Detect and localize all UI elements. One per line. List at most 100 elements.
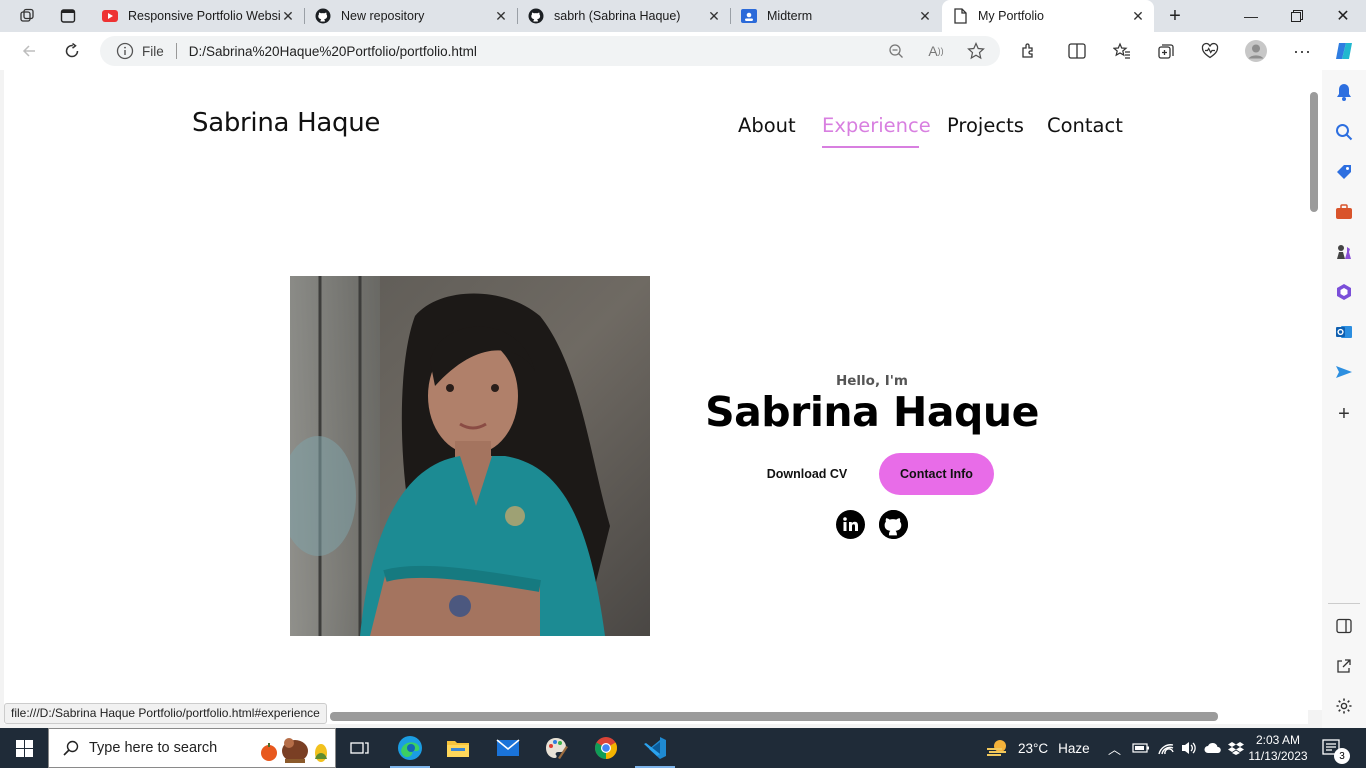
collections-icon[interactable] (1151, 37, 1181, 65)
close-tab-icon[interactable]: ✕ (280, 8, 296, 25)
extensions-icon[interactable] (1014, 37, 1044, 65)
profile-photo (290, 276, 650, 636)
read-aloud-icon[interactable]: A)) (921, 37, 951, 65)
notification-count-badge: 3 (1334, 748, 1350, 764)
close-tab-icon[interactable]: ✕ (706, 8, 722, 25)
new-tab-icon[interactable]: + (1152, 0, 1198, 32)
chrome-icon[interactable] (582, 728, 630, 768)
nav-active-underline (822, 146, 919, 148)
hide-sidebar-icon[interactable] (1334, 616, 1354, 636)
task-view-icon[interactable] (336, 728, 384, 768)
tab-actions-icon[interactable] (53, 2, 83, 30)
dropbox-icon[interactable] (1228, 728, 1244, 768)
download-cv-button[interactable]: Download CV (748, 453, 866, 495)
clock-date: 11/13/2023 (1248, 749, 1308, 763)
paint-app-icon[interactable] (532, 728, 580, 768)
notification-center-icon[interactable]: 3 (1322, 728, 1350, 768)
tab-2[interactable]: sabrh (Sabrina Haque) ✕ (518, 0, 730, 32)
split-screen-icon[interactable] (1062, 37, 1092, 65)
linkedin-icon[interactable] (836, 510, 865, 539)
nav-contact[interactable]: Contact (1047, 114, 1123, 137)
settings-gear-icon[interactable] (1334, 696, 1354, 716)
tab-0[interactable]: Responsive Portfolio Websit ✕ (92, 0, 304, 32)
hero-greeting: Hello, I'm (835, 373, 909, 389)
address-divider (175, 43, 177, 59)
mail-icon[interactable] (484, 728, 532, 768)
tools-briefcase-icon[interactable] (1334, 202, 1354, 222)
system-clock[interactable]: 2:03 AM 11/13/2023 (1248, 728, 1308, 768)
github-icon (315, 8, 331, 24)
vscode-icon[interactable] (631, 728, 679, 768)
youtube-icon (102, 8, 118, 24)
add-sidebar-app-icon[interactable]: + (1334, 403, 1354, 425)
taskbar-search-box[interactable]: Type here to search (48, 728, 336, 768)
close-tab-icon[interactable]: ✕ (917, 8, 933, 25)
tab-4-active[interactable]: My Portfolio ✕ (942, 0, 1154, 32)
github-icon[interactable] (879, 510, 908, 539)
more-options-icon[interactable]: ··· (1287, 37, 1317, 65)
info-icon[interactable] (116, 42, 134, 60)
status-bar-url: file:///D:/Sabrina Haque Portfolio/portf… (4, 703, 327, 724)
tab-bar: Responsive Portfolio Websit ✕ New reposi… (0, 0, 1366, 32)
tab-1[interactable]: New repository ✕ (305, 0, 517, 32)
restore-icon[interactable] (1274, 0, 1320, 32)
windows-start-icon[interactable] (0, 728, 48, 768)
windows-taskbar: Type here to search 23°C Haze ︿ 2:03 AM … (0, 728, 1366, 768)
refresh-icon[interactable] (57, 37, 87, 65)
sidebar-divider (1328, 603, 1360, 604)
tab-title: Midterm (767, 9, 813, 23)
notifications-bell-icon[interactable] (1334, 82, 1354, 102)
file-explorer-icon[interactable] (434, 728, 482, 768)
back-icon[interactable] (14, 37, 44, 65)
close-tab-icon[interactable]: ✕ (493, 8, 509, 25)
volume-icon[interactable] (1180, 728, 1198, 768)
workspaces-icon[interactable] (12, 2, 42, 30)
onedrive-cloud-icon[interactable] (1204, 728, 1222, 768)
weather-widget[interactable]: 23°C Haze (986, 728, 1090, 768)
close-window-icon[interactable]: ✕ (1320, 0, 1366, 32)
copilot-icon[interactable] (1329, 37, 1359, 65)
search-icon (63, 740, 79, 756)
favorite-star-icon[interactable] (961, 37, 991, 65)
page-icon (952, 8, 968, 24)
tab-title: My Portfolio (978, 9, 1044, 23)
favorites-icon[interactable] (1107, 37, 1137, 65)
scheme-label: File (142, 43, 164, 59)
profile-avatar[interactable] (1241, 37, 1271, 65)
show-hidden-icons-chevron-up-icon[interactable]: ︿ (1108, 728, 1121, 768)
drop-send-icon[interactable] (1334, 362, 1354, 382)
tab-title: Responsive Portfolio Websit (128, 9, 280, 23)
battery-icon[interactable] (1132, 728, 1150, 768)
horizontal-scroll-thumb[interactable] (330, 712, 1218, 721)
edge-taskbar-icon[interactable] (386, 728, 434, 768)
browser-essentials-icon[interactable] (1195, 37, 1225, 65)
clock-time: 2:03 AM (1255, 733, 1301, 747)
external-link-icon[interactable] (1334, 656, 1354, 676)
address-bar[interactable]: File D:/Sabrina%20Haque%20Portfolio/port… (100, 36, 1000, 66)
outlook-icon[interactable] (1334, 322, 1354, 342)
hero-name: Sabrina Haque (705, 388, 1039, 436)
minimize-icon[interactable]: — (1228, 0, 1274, 32)
zoom-out-icon[interactable] (881, 37, 911, 65)
google-classroom-icon (741, 8, 757, 24)
tab-3[interactable]: Midterm ✕ (731, 0, 941, 32)
haze-weather-icon (987, 740, 1006, 756)
search-icon[interactable] (1334, 122, 1354, 142)
vertical-scroll-thumb[interactable] (1310, 92, 1318, 212)
site-logo[interactable]: Sabrina Haque (192, 108, 380, 138)
wifi-icon[interactable] (1157, 728, 1175, 768)
shopping-tag-icon[interactable] (1334, 162, 1354, 182)
microsoft-365-icon[interactable] (1334, 282, 1354, 302)
games-chess-icon[interactable] (1334, 242, 1354, 262)
nav-experience[interactable]: Experience (822, 114, 931, 137)
contact-info-button[interactable]: Contact Info (879, 453, 994, 495)
tab-title: New repository (341, 9, 425, 23)
nav-about[interactable]: About (738, 114, 796, 137)
nav-projects[interactable]: Projects (947, 114, 1024, 137)
url-text[interactable]: D:/Sabrina%20Haque%20Portfolio/portfolio… (189, 44, 477, 59)
edge-sidebar: + (1322, 70, 1366, 728)
github-icon (528, 8, 544, 24)
close-tab-icon[interactable]: ✕ (1130, 8, 1146, 25)
weather-condition: Haze (1058, 740, 1090, 756)
search-placeholder: Type here to search (89, 740, 218, 756)
